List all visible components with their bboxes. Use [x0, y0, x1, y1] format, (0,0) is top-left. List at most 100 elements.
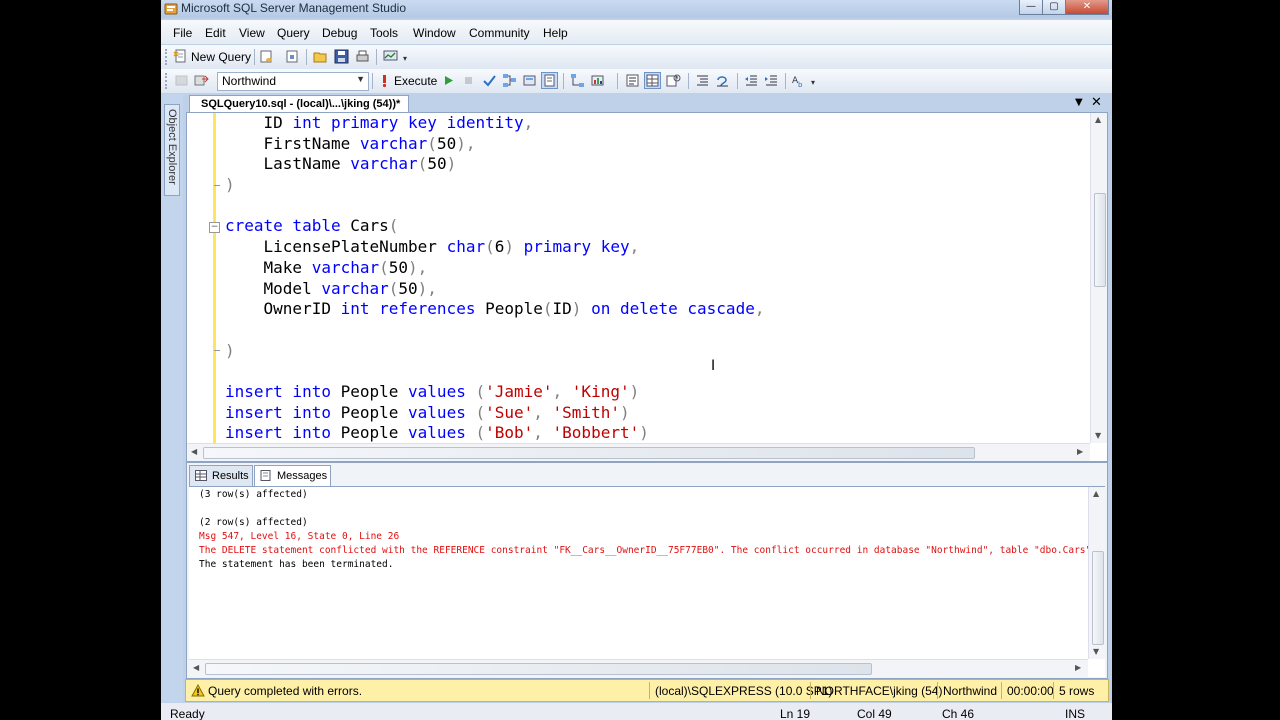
analysis-query-icon[interactable] — [285, 49, 300, 64]
database-engine-query-icon[interactable] — [259, 49, 274, 64]
execute-button[interactable]: Execute — [394, 74, 437, 88]
query-editor[interactable]: − ID int primary key identity, FirstName… — [186, 112, 1108, 462]
menu-bar: File Edit View Query Debug Tools Window … — [161, 20, 1112, 44]
code-token: ) — [639, 423, 649, 443]
include-statistics-icon[interactable] — [570, 73, 585, 88]
print-icon[interactable] — [355, 49, 370, 64]
toolbar-grip[interactable] — [165, 49, 170, 65]
decrease-indent-icon[interactable] — [744, 73, 759, 88]
activity-monitor-icon[interactable] — [383, 49, 398, 64]
close-button[interactable]: ✕ — [1065, 0, 1109, 15]
toolbar-options-arrow-icon[interactable]: ▾ — [811, 78, 815, 87]
change-tracking-bar — [213, 113, 216, 443]
code-token: ( — [388, 216, 399, 236]
tab-dropdown-icon[interactable]: ▼ — [1075, 97, 1083, 108]
window-title: Microsoft SQL Server Management Studio — [181, 1, 406, 15]
minimize-button[interactable]: — — [1019, 0, 1043, 15]
comment-out-icon[interactable] — [695, 73, 710, 88]
status-separator — [1001, 682, 1002, 699]
ssms-app-icon — [164, 3, 178, 15]
toolbar-options-arrow-icon[interactable]: ▾ — [403, 54, 407, 63]
status-insert-mode: INS — [1065, 707, 1086, 720]
parse-checkmark-icon[interactable] — [482, 73, 497, 88]
message-line: (3 row(s) affected) — [199, 489, 308, 500]
scroll-left-arrow-icon[interactable]: ◀ — [193, 663, 199, 672]
scrollbar-thumb[interactable] — [205, 663, 872, 675]
scroll-up-arrow-icon[interactable]: ▲ — [1095, 115, 1101, 124]
new-query-button[interactable]: New Query — [191, 50, 251, 64]
toolbar-grip[interactable] — [165, 73, 170, 89]
scrollbar-thumb[interactable] — [1092, 551, 1104, 645]
close-tab-icon[interactable]: ✕ — [1091, 95, 1102, 110]
code-string: 'Sue' — [485, 402, 534, 422]
status-database: Northwind — [943, 684, 998, 698]
display-estimated-plan-icon[interactable] — [502, 73, 517, 88]
object-explorer-tab[interactable]: Object Explorer — [164, 104, 180, 196]
execute-icon[interactable] — [377, 73, 392, 88]
code-token: People — [330, 423, 409, 443]
menu-query[interactable]: Query — [277, 26, 310, 40]
scrollbar-thumb[interactable] — [203, 447, 975, 459]
collapse-toggle-icon[interactable]: − — [209, 222, 220, 233]
editor-vertical-scrollbar[interactable]: ▲ ▼ — [1090, 113, 1107, 443]
available-databases-select[interactable]: Northwind ▼ — [217, 72, 369, 91]
status-column: Col 49 — [857, 707, 892, 720]
code-keyword: on delete cascade — [581, 299, 755, 319]
toolbar-separator — [254, 49, 255, 65]
include-plan-icon[interactable] — [541, 72, 558, 89]
specify-template-values-icon[interactable]: Ab — [791, 73, 806, 88]
code-keyword: char — [446, 237, 486, 257]
messages-vertical-scrollbar[interactable]: ▲ ▼ — [1088, 487, 1105, 659]
messages-output[interactable]: (3 row(s) affected) (2 row(s) affected) Ms… — [189, 486, 1105, 677]
code-line: ) — [225, 175, 1085, 196]
code-token: 50 — [388, 257, 409, 277]
client-statistics-icon[interactable] — [590, 73, 605, 88]
open-file-icon[interactable] — [313, 49, 328, 64]
menu-help[interactable]: Help — [543, 26, 568, 40]
results-to-file-icon[interactable] — [666, 73, 681, 88]
cancel-query-icon[interactable] — [461, 73, 476, 88]
status-line: Ln 19 — [780, 707, 811, 720]
results-to-text-icon[interactable] — [625, 73, 640, 88]
uncomment-icon[interactable] — [715, 73, 730, 88]
sql-editor-toolbar: Northwind ▼ Execute A b ▾ — [161, 69, 1112, 93]
save-icon[interactable] — [334, 49, 349, 64]
tab-messages-label: Messages — [277, 470, 328, 482]
results-to-grid-icon[interactable] — [644, 72, 661, 89]
scroll-right-arrow-icon[interactable]: ▶ — [1077, 447, 1083, 456]
scroll-down-arrow-icon[interactable]: ▼ — [1095, 431, 1101, 440]
debug-start-icon[interactable] — [441, 73, 456, 88]
tab-results[interactable]: Results — [189, 465, 253, 486]
code-keyword: insert into — [225, 402, 331, 422]
code-keyword: varchar — [359, 133, 428, 153]
tab-messages[interactable]: Messages — [254, 465, 331, 486]
increase-indent-icon[interactable] — [764, 73, 779, 88]
scroll-right-arrow-icon[interactable]: ▶ — [1075, 663, 1081, 672]
query-designer-icon[interactable] — [522, 73, 537, 88]
menu-view[interactable]: View — [239, 26, 265, 40]
menu-tools[interactable]: Tools — [370, 26, 398, 40]
new-query-icon[interactable] — [173, 49, 188, 64]
message-line: (2 row(s) affected) — [199, 517, 308, 528]
document-tab[interactable]: SQLQuery10.sql - (local)\...\jking (54))… — [189, 95, 409, 113]
code-keyword: create table — [225, 216, 341, 236]
messages-horizontal-scrollbar[interactable]: ◀ ▶ — [189, 659, 1088, 677]
code-line: Make varchar(50), — [225, 258, 1085, 279]
menu-edit[interactable]: Edit — [205, 26, 226, 40]
change-connection-icon[interactable] — [194, 73, 209, 88]
maximize-button[interactable]: ▢ — [1042, 0, 1066, 15]
scroll-down-arrow-icon[interactable]: ▼ — [1093, 647, 1099, 656]
code-token: ( — [465, 402, 486, 422]
menu-debug[interactable]: Debug — [322, 26, 357, 40]
code-token: , — [523, 113, 534, 132]
connect-icon[interactable] — [174, 73, 189, 88]
menu-window[interactable]: Window — [413, 26, 456, 40]
menu-file[interactable]: File — [173, 26, 192, 40]
code-keyword: insert into — [225, 381, 331, 401]
scroll-up-arrow-icon[interactable]: ▲ — [1093, 489, 1099, 498]
editor-horizontal-scrollbar[interactable]: ◀ ▶ — [187, 443, 1090, 461]
code-token: ) — [629, 381, 640, 401]
scroll-left-arrow-icon[interactable]: ◀ — [191, 447, 197, 456]
menu-community[interactable]: Community — [469, 26, 530, 40]
scrollbar-thumb[interactable] — [1094, 193, 1106, 287]
